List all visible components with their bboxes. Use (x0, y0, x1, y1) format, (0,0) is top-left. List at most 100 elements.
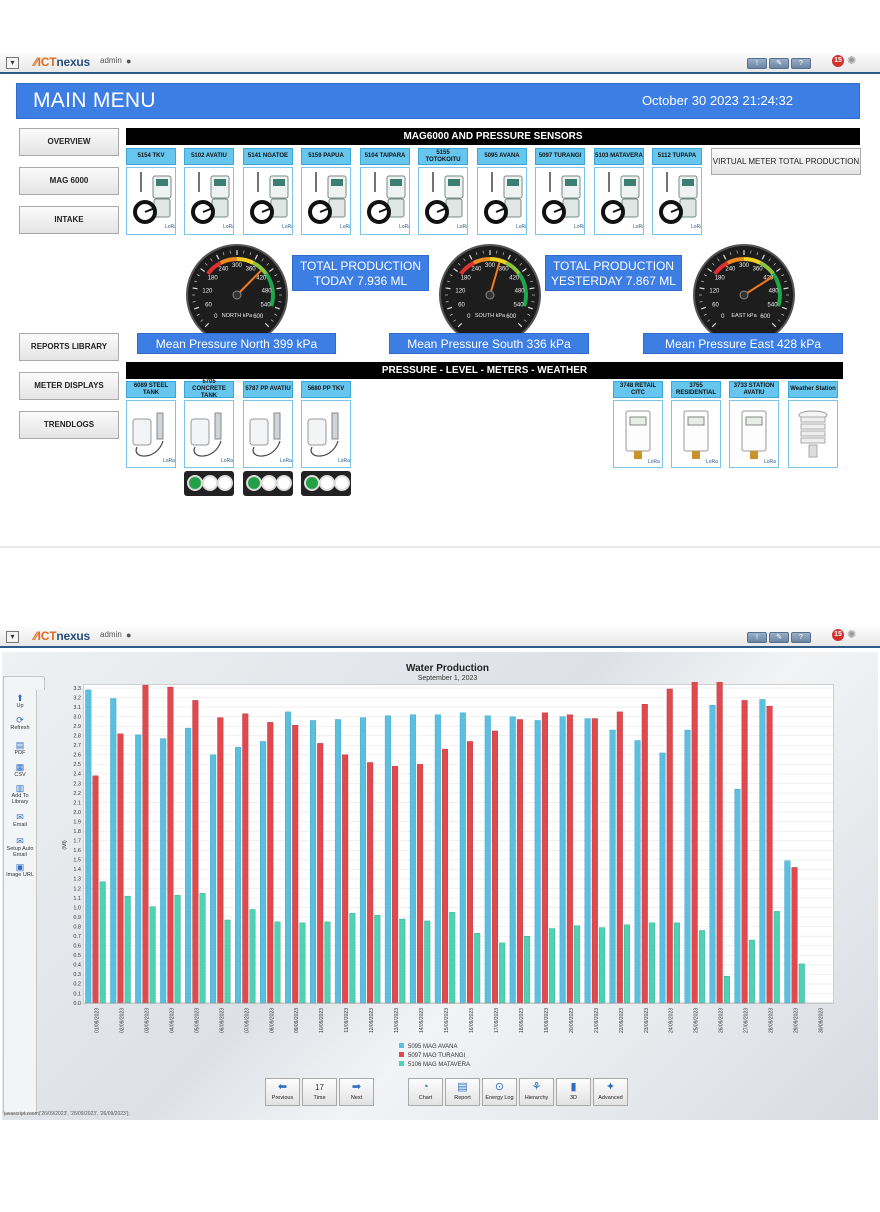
bar-5106-mag-matavera (274, 921, 281, 1004)
y-tick-label: 2.2 (73, 791, 81, 797)
y-tick-label: 1.8 (73, 829, 81, 835)
bar-5097-mag-turangi (491, 730, 498, 1004)
time-button[interactable]: 17 Time (302, 1078, 337, 1106)
legend-swatch (399, 1043, 404, 1048)
bar-5106-mag-matavera (599, 927, 606, 1004)
x-tick-label: 14/09/2023 (419, 1008, 425, 1033)
bar-5097-mag-turangi (566, 714, 573, 1004)
report-icon: ▤ (457, 1081, 468, 1093)
y-tick-label: 1.7 (73, 839, 81, 845)
bar-5106-mag-matavera (99, 881, 106, 1004)
bar-5106-mag-matavera (424, 920, 431, 1004)
bar-5106-mag-matavera (349, 913, 356, 1004)
x-tick-label: 08/09/2023 (269, 1008, 275, 1033)
bar-5106-mag-matavera (449, 912, 456, 1004)
bar-5095-mag-avana (359, 717, 366, 1004)
x-tick-label: 01/09/2023 (94, 1008, 100, 1033)
chart-button[interactable]: ◔ Chart (408, 1078, 443, 1106)
bar-5106-mag-matavera (648, 922, 655, 1004)
bar-5095-mag-avana (784, 860, 791, 1004)
y-tick-label: 0.1 (73, 991, 81, 997)
x-tick-label: 06/09/2023 (219, 1008, 225, 1033)
bar-5095-mag-avana (459, 712, 466, 1004)
bar-5106-mag-matavera (499, 942, 506, 1004)
bar-5106-mag-matavera (574, 925, 581, 1004)
3d-button[interactable]: ▮ 3D (556, 1078, 591, 1106)
x-tick-label: 13/09/2023 (394, 1008, 400, 1033)
x-tick-label: 16/09/2023 (469, 1008, 475, 1033)
bar-5097-mag-turangi (342, 754, 349, 1004)
bar-5095-mag-avana (709, 704, 716, 1004)
bar-5095-mag-avana (609, 729, 616, 1004)
bar-5097-mag-turangi (691, 682, 698, 1004)
bar-5106-mag-matavera (549, 928, 556, 1004)
y-tick-label: 0.4 (73, 963, 81, 969)
legend-entry: 5106 MAG MATAVERA (408, 1062, 470, 1068)
report-button[interactable]: ▤ Report (445, 1078, 480, 1106)
bar-5097-mag-turangi (242, 713, 249, 1004)
bar-5097-mag-turangi (92, 775, 99, 1004)
bar-5106-mag-matavera (773, 911, 780, 1004)
legend-entry: 5097 MAG TURANGI (408, 1053, 466, 1059)
x-tick-label: 24/09/2023 (669, 1008, 675, 1033)
bar-5106-mag-matavera (798, 963, 805, 1004)
button-label: Hierarchy (524, 1095, 549, 1101)
bar-5097-mag-turangi (142, 684, 149, 1004)
y-tick-label: 2.4 (73, 772, 81, 778)
bar-5106-mag-matavera (149, 906, 156, 1004)
bar-5095-mag-avana (634, 740, 641, 1004)
y-tick-label: 2.7 (73, 743, 81, 749)
hierarchy-button[interactable]: ⚘ Hierarchy (519, 1078, 554, 1106)
bar-5095-mag-avana (509, 716, 516, 1004)
bar-5097-mag-turangi (666, 688, 673, 1004)
bar-5106-mag-matavera (673, 922, 680, 1004)
hierarchy-icon: ⚘ (531, 1081, 542, 1093)
bar-5097-mag-turangi (317, 743, 324, 1004)
y-tick-label: 0.2 (73, 982, 81, 988)
bar-5095-mag-avana (384, 715, 391, 1004)
y-tick-label: 1.5 (73, 858, 81, 864)
button-label: Time (313, 1095, 326, 1101)
button-label: Next (350, 1095, 363, 1101)
bar-5097-mag-turangi (541, 712, 548, 1004)
bar-5097-mag-turangi (716, 682, 723, 1004)
bar-5097-mag-turangi (442, 748, 449, 1004)
previous-button[interactable]: ⬅ Previous (265, 1078, 300, 1106)
y-tick-label: 3.3 (73, 686, 81, 692)
bar-5106-mag-matavera (698, 930, 705, 1004)
y-tick-label: 0.0 (73, 1001, 81, 1007)
y-tick-label: 0.6 (73, 944, 81, 950)
x-tick-label: 20/09/2023 (569, 1008, 575, 1033)
button-label: 3D (569, 1095, 578, 1101)
x-tick-label: 12/09/2023 (369, 1008, 375, 1033)
y-tick-label: 1.1 (73, 896, 81, 902)
advanced-icon: ✦ (605, 1081, 616, 1093)
bar-5095-mag-avana (409, 714, 416, 1004)
x-tick-label: 25/09/2023 (694, 1008, 700, 1033)
calendar-icon: 17 (315, 1083, 324, 1092)
advanced-button[interactable]: ✦ Advanced (593, 1078, 628, 1106)
next-icon: ➡ (351, 1081, 362, 1093)
bar-5106-mag-matavera (324, 921, 331, 1004)
x-tick-label: 26/09/2023 (719, 1008, 725, 1033)
energy-log-button[interactable]: ⊙ Energy Log (482, 1078, 517, 1106)
x-tick-label: 29/09/2023 (794, 1008, 800, 1033)
x-tick-label: 22/09/2023 (619, 1008, 625, 1033)
bar-5095-mag-avana (110, 698, 117, 1004)
bar-5095-mag-avana (659, 752, 666, 1004)
button-label: Energy Log (485, 1095, 514, 1101)
next-button[interactable]: ➡ Next (339, 1078, 374, 1106)
y-tick-label: 2.5 (73, 762, 81, 768)
bar-5097-mag-turangi (516, 719, 523, 1004)
y-tick-label: 2.3 (73, 781, 81, 787)
bar-5097-mag-turangi (467, 741, 474, 1004)
y-tick-label: 1.9 (73, 819, 81, 825)
bar-5106-mag-matavera (174, 894, 181, 1004)
bar-5097-mag-turangi (616, 711, 623, 1004)
x-tick-label: 02/09/2023 (119, 1008, 125, 1033)
bar-5097-mag-turangi (192, 700, 199, 1004)
bar-5095-mag-avana (759, 699, 766, 1004)
bar-5095-mag-avana (534, 720, 541, 1004)
x-tick-label: 15/09/2023 (444, 1008, 450, 1033)
x-tick-label: 18/09/2023 (519, 1008, 525, 1033)
